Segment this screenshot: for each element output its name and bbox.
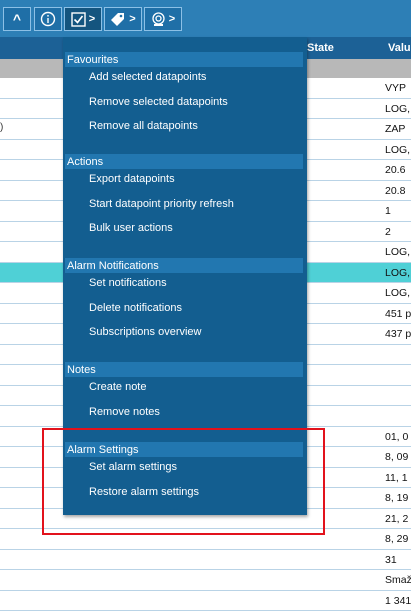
info-icon: [40, 11, 56, 27]
value-cell: 2: [385, 226, 391, 238]
cell-text: ): [0, 122, 3, 133]
table-row[interactable]: 31: [0, 550, 411, 571]
value-cell: LOG,: [385, 287, 410, 299]
value-cell: 01, 0: [385, 431, 408, 443]
alarm-menu-button[interactable]: >: [144, 7, 182, 31]
menu-item[interactable]: Add selected datapoints: [89, 71, 206, 83]
value-cell: 1: [385, 205, 391, 217]
value-cell: LOG,: [385, 267, 410, 279]
menu-item[interactable]: Delete notifications: [89, 302, 182, 314]
toolbar: ^ > > >: [0, 0, 411, 37]
menu-item[interactable]: Subscriptions overview: [89, 326, 202, 338]
table-row[interactable]: 8, 29: [0, 529, 411, 550]
menu-item[interactable]: Remove all datapoints: [89, 120, 198, 132]
checkbox-icon: [71, 12, 86, 27]
menu-section-title: Alarm Settings: [65, 442, 303, 457]
tag-menu-button[interactable]: >: [104, 7, 142, 31]
selection-dropdown-menu: Favourites Add selected datapoints Remove …: [63, 37, 307, 515]
table-row[interactable]: Smaž: [0, 570, 411, 591]
value-cell: 8, 09: [385, 451, 408, 463]
menu-item[interactable]: Bulk user actions: [89, 222, 173, 234]
tag-icon: [110, 12, 126, 27]
value-cell: 21, 2: [385, 513, 408, 525]
value-cell: 20.8: [385, 185, 405, 197]
menu-item[interactable]: Remove notes: [89, 406, 160, 418]
value-cell: 8, 29: [385, 533, 408, 545]
chevron-right-icon: >: [169, 13, 175, 25]
chevron-right-icon: >: [129, 13, 135, 25]
value-cell: 11, 1: [385, 472, 408, 484]
value-cell: LOG,: [385, 246, 410, 258]
menu-section-title: Alarm Notifications: [65, 258, 303, 273]
value-cell: ZAP: [385, 123, 405, 135]
menu-item[interactable]: Set notifications: [89, 277, 167, 289]
value-cell: Smaž: [385, 574, 411, 586]
column-header-value[interactable]: Valu: [388, 42, 411, 54]
value-cell: 8, 19: [385, 492, 408, 504]
menu-item[interactable]: Set alarm settings: [89, 461, 177, 473]
value-cell: 31: [385, 554, 397, 566]
value-cell: 437 p: [385, 328, 411, 340]
value-cell: VYP: [385, 82, 406, 94]
table-row[interactable]: 1 341: [0, 591, 411, 611]
info-button[interactable]: [34, 7, 62, 31]
value-cell: 451 p: [385, 308, 411, 320]
bell-icon: [151, 12, 166, 27]
value-cell: LOG,: [385, 103, 410, 115]
menu-item[interactable]: Restore alarm settings: [89, 486, 199, 498]
menu-section-title: Favourites: [65, 52, 303, 67]
chevron-up-icon: ^: [13, 11, 21, 27]
column-header-state[interactable]: State: [307, 42, 334, 54]
value-cell: LOG,: [385, 144, 410, 156]
menu-section-title: Actions: [65, 154, 303, 169]
menu-item[interactable]: Remove selected datapoints: [89, 96, 228, 108]
value-cell: 1 341: [385, 595, 411, 607]
chevron-right-icon: >: [89, 13, 95, 25]
menu-section-title: Notes: [65, 362, 303, 377]
selection-menu-button[interactable]: >: [64, 7, 102, 31]
menu-item[interactable]: Create note: [89, 381, 146, 393]
collapse-button[interactable]: ^: [3, 7, 31, 31]
menu-item[interactable]: Export datapoints: [89, 173, 175, 185]
value-cell: 20.6: [385, 164, 405, 176]
menu-item[interactable]: Start datapoint priority refresh: [89, 198, 234, 210]
